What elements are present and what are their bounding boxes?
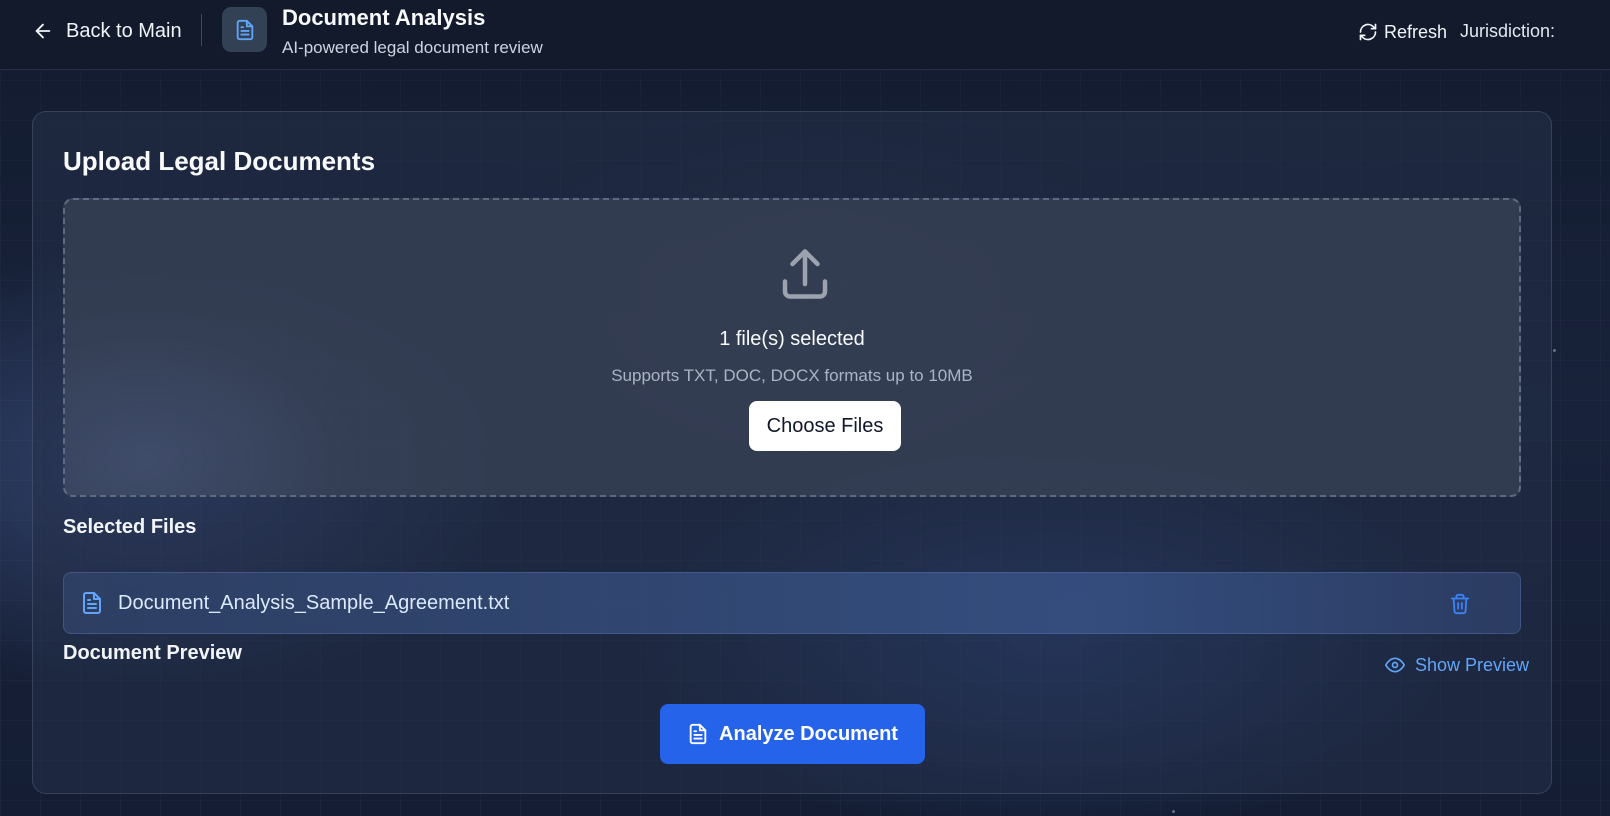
document-preview-heading: Document Preview — [63, 642, 242, 664]
jurisdiction-label: Jurisdiction: — [1460, 21, 1556, 41]
page-title: Document Analysis — [282, 5, 486, 30]
upload-card: Upload Legal Documents 1 file(s) selecte… — [32, 111, 1552, 794]
refresh-button[interactable]: Refresh — [1358, 18, 1447, 46]
analyze-document-button[interactable]: Analyze Document — [660, 704, 925, 764]
file-text-icon — [236, 19, 253, 40]
show-preview-label: Show Preview — [1415, 654, 1530, 675]
file-text-icon — [689, 723, 707, 745]
file-text-icon — [83, 592, 101, 614]
header-divider — [201, 14, 202, 46]
selected-file-item: Document_Analysis_Sample_Agreement.txt — [63, 572, 1521, 634]
selected-file-name: Document_Analysis_Sample_Agreement.txt — [118, 592, 510, 614]
back-to-main-label: Back to Main — [66, 19, 182, 42]
background-dot — [1172, 810, 1175, 813]
background-dot — [1553, 349, 1556, 352]
arrow-left-icon — [35, 23, 51, 39]
analyze-document-label: Analyze Document — [719, 722, 898, 745]
upload-section-title: Upload Legal Documents — [63, 146, 376, 176]
refresh-label: Refresh — [1384, 21, 1448, 42]
choose-files-button[interactable]: Choose Files — [749, 401, 901, 451]
eye-icon — [1385, 657, 1405, 673]
file-dropzone[interactable]: 1 file(s) selected Supports TXT, DOC, DO… — [63, 198, 1521, 497]
back-to-main-button[interactable]: Back to Main — [32, 17, 182, 45]
selected-files-heading: Selected Files — [63, 516, 197, 538]
supported-formats-hint: Supports TXT, DOC, DOCX formats up to 10… — [611, 366, 973, 385]
upload-icon — [782, 249, 828, 299]
top-header: Back to Main Document Analysis AI-powere… — [0, 0, 1610, 70]
page-subtitle: AI-powered legal document review — [282, 38, 543, 57]
refresh-icon — [1359, 23, 1377, 41]
show-preview-toggle[interactable]: Show Preview — [1385, 652, 1529, 678]
files-selected-count: 1 file(s) selected — [719, 328, 865, 350]
trash-icon[interactable] — [1449, 593, 1471, 615]
app-logo — [222, 7, 267, 52]
